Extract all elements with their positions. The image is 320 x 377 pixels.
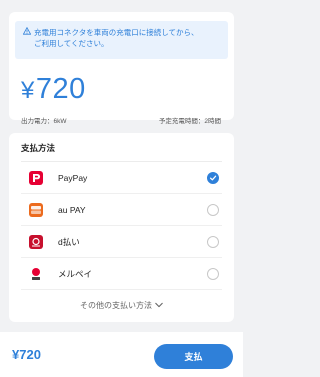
payment-option-dpay[interactable]: d払い [21, 226, 222, 258]
output-power: 出力電力：6kW [21, 118, 67, 125]
aupay-logo-icon [29, 202, 43, 217]
warning-icon [22, 26, 32, 38]
charge-summary-card: 充電用コネクタを車両の充電口に接続してから、 ご利用してください。 ¥720 出… [9, 12, 234, 125]
radio-unchecked-icon[interactable] [207, 203, 219, 216]
other-payment-methods-label: その他の支払い方法 [80, 301, 152, 310]
estimated-charge-time: 予定充電時間：2時間 [158, 118, 221, 125]
payment-option-paypay[interactable]: PayPay [21, 162, 222, 194]
pay-button[interactable]: 支払 [154, 344, 233, 369]
total-amount: ¥720 [12, 347, 41, 362]
notice-text-line1: 充電用コネクタを車両の充電口に接続してから、 [34, 28, 199, 37]
paypay-logo-icon [29, 170, 43, 185]
chevron-down-icon [155, 301, 163, 310]
notice-text-line2: ご利用してください。 [34, 39, 109, 48]
currency-symbol: ¥ [21, 77, 35, 104]
other-payment-methods-link[interactable]: その他の支払い方法 [9, 300, 234, 311]
dpay-logo-icon [29, 234, 43, 249]
payment-option-aupay[interactable]: au PAY [21, 194, 222, 226]
connector-notice: 充電用コネクタを車両の充電口に接続してから、 ご利用してください。 [15, 21, 228, 59]
radio-unchecked-icon[interactable] [207, 267, 219, 280]
radio-unchecked-icon[interactable] [207, 235, 219, 248]
payment-option-label: PayPay [58, 172, 88, 183]
charge-price: ¥720 [21, 74, 86, 106]
payment-option-label: メルペイ [58, 268, 93, 279]
payment-option-label: d払い [58, 236, 80, 247]
payment-option-merpay[interactable]: メルペイ [21, 258, 222, 290]
merpay-logo-icon [29, 267, 43, 281]
payment-method-card: 支払方法 PayPay au PAY d払い メルペイ その他の支払い方法 [9, 133, 234, 322]
payment-option-label: au PAY [58, 204, 86, 215]
payment-section-title: 支払方法 [21, 143, 56, 153]
radio-checked-icon[interactable] [207, 171, 219, 184]
checkout-bar: ¥720 支払 [0, 332, 243, 377]
price-amount: 720 [35, 73, 86, 105]
